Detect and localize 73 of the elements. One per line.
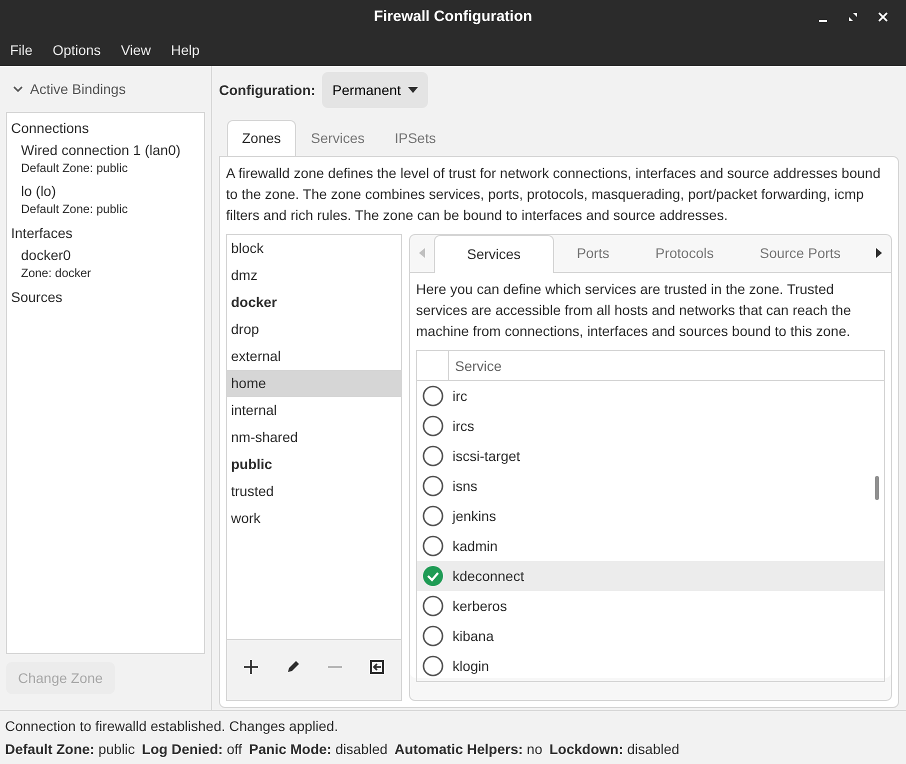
zone-item[interactable]: trusted	[227, 478, 401, 505]
binding-name: Wired connection 1 (lan0)	[21, 141, 182, 160]
zone-item[interactable]: docker	[227, 289, 401, 316]
column-header[interactable]: Service	[449, 351, 502, 380]
zone-item[interactable]: external	[227, 343, 401, 370]
active-bindings-toggle[interactable]: Active Bindings	[6, 66, 205, 112]
binding-name: docker0	[21, 246, 72, 265]
service-name: ircs	[452, 416, 474, 436]
status-message: Connection to firewalld established. Changes applied.	[5, 717, 340, 736]
menu-item[interactable]: File	[0, 40, 43, 60]
service-name: kerberos	[452, 596, 507, 616]
checkbox[interactable]	[422, 445, 444, 467]
binding-heading: Connections	[11, 119, 90, 138]
status-field: Default Zone: public	[5, 738, 135, 761]
pencil-icon[interactable]	[285, 658, 302, 674]
checkbox[interactable]	[422, 565, 444, 587]
checkbox[interactable]	[422, 595, 444, 617]
configuration-label: Configuration:	[219, 80, 316, 100]
service-name: kadmin	[452, 536, 498, 556]
binding-name: lo (lo)	[21, 182, 58, 201]
zone-item[interactable]: home	[227, 370, 401, 397]
menu-item[interactable]: View	[110, 40, 161, 60]
service-name: kdeconnect	[452, 566, 524, 586]
service-name: klogin	[452, 656, 490, 676]
checkbox[interactable]	[422, 385, 444, 407]
tab[interactable]: Ports	[554, 234, 632, 272]
menu-item[interactable]: Help	[160, 40, 210, 60]
configuration-dropdown[interactable]: Permanent	[322, 72, 428, 108]
checkbox[interactable]	[422, 505, 444, 527]
tab[interactable]: Source Ports	[736, 234, 864, 272]
binding-detail: Default Zone: public	[21, 160, 129, 176]
tab[interactable]: Services	[434, 235, 554, 273]
zone-item[interactable]: dmz	[227, 262, 401, 289]
tab[interactable]: IPSets	[380, 120, 451, 156]
plus-icon[interactable]	[243, 658, 260, 674]
status-field: Panic Mode: disabled	[249, 738, 388, 761]
chevron-icon	[13, 84, 23, 94]
service-name: kibana	[452, 626, 494, 646]
service-name: iscsi-target	[452, 446, 520, 466]
zones-description: A firewalld zone defines the level of trust for network connections, interfaces and source addresses bound to the zone. The zone combines services, ports, protocols, masquerading, port/packet forwarding, icmp filters and rich rules. The zone can be bound to interfaces and source addresses.	[226, 164, 882, 225]
checkbox[interactable]	[422, 475, 444, 497]
service-name: jenkins	[451, 506, 496, 526]
zone-item[interactable]: drop	[227, 316, 401, 343]
checkbox[interactable]	[422, 535, 444, 557]
maximize-icon[interactable]	[848, 12, 858, 22]
close-icon[interactable]	[878, 12, 888, 22]
zone-item[interactable]: block	[227, 235, 401, 262]
zone-item[interactable]: public	[227, 451, 401, 478]
checkbox[interactable]	[422, 415, 444, 437]
checkbox[interactable]	[422, 655, 444, 677]
status-field: Automatic Helpers: no	[394, 738, 542, 761]
binding-heading: Interfaces	[11, 224, 74, 243]
tab[interactable]: Zones	[227, 120, 296, 156]
service-name: irc	[452, 386, 468, 406]
zone-item[interactable]: internal	[227, 397, 401, 424]
right-arrow-icon[interactable]	[876, 248, 882, 258]
status-field: Lockdown: disabled	[549, 738, 680, 761]
service-name: isns	[452, 476, 478, 496]
checkbox[interactable]	[422, 625, 444, 647]
binding-detail: Default Zone: public	[21, 201, 129, 217]
tab[interactable]: Protocols	[632, 234, 737, 272]
services-description: Here you can define which services are trusted in the zone. Trusted services are accessible from all hosts and networks that can reach the machine from connections, interfaces and sources bound to this zone.	[416, 280, 852, 341]
zone-item[interactable]: nm-shared	[227, 424, 401, 451]
dropdown-caret-icon	[408, 87, 418, 93]
binding-detail: Zone: docker	[21, 265, 92, 281]
scrollbar-thumb[interactable]	[875, 476, 879, 500]
binding-heading: Sources	[11, 288, 64, 307]
zone-item[interactable]: work	[227, 505, 401, 532]
menu-item[interactable]: Options	[42, 40, 111, 60]
window-title: Firewall Configuration	[374, 6, 532, 27]
status-field: Log Denied: off	[142, 738, 242, 761]
load-icon[interactable]	[368, 658, 385, 674]
tab[interactable]: Services	[296, 120, 380, 156]
